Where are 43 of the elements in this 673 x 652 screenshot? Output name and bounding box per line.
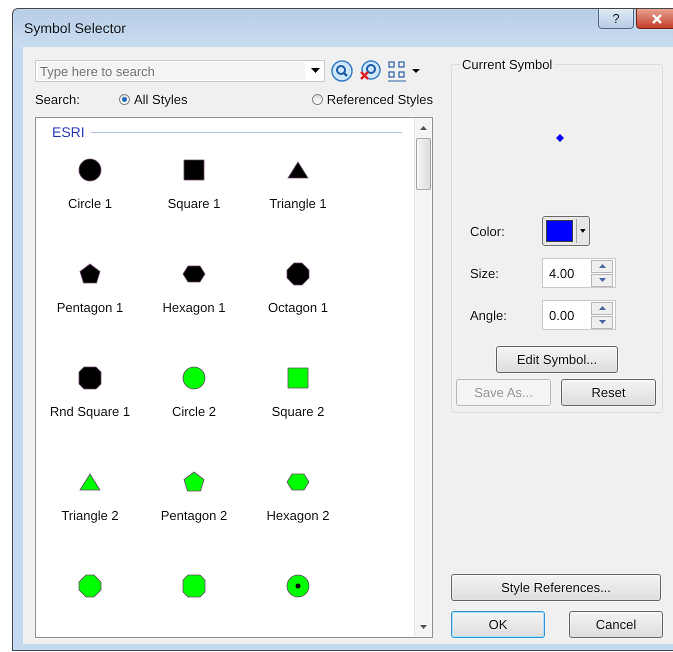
- scroll-up-icon[interactable]: [420, 126, 427, 130]
- panel-title: Current Symbol: [461, 57, 554, 72]
- scroll-down-icon[interactable]: [420, 625, 427, 629]
- color-picker[interactable]: [542, 216, 590, 246]
- close-icon: [651, 14, 663, 24]
- window-title: Symbol Selector: [24, 20, 126, 36]
- symbol-item[interactable]: Hexagon 2: [246, 470, 350, 574]
- symbol-item[interactable]: Triangle 1: [246, 158, 350, 262]
- close-button[interactable]: [636, 9, 673, 29]
- group-heading: ESRI: [52, 124, 85, 140]
- size-spinner[interactable]: 4.00: [542, 258, 616, 288]
- style-references-button[interactable]: Style References...: [451, 574, 661, 601]
- dropdown-arrow-icon: [580, 229, 586, 233]
- dialog-button[interactable]: Cancel: [569, 611, 663, 638]
- symbol-item[interactable]: Square 2: [246, 366, 350, 470]
- edit-symbol-button[interactable]: Edit Symbol...: [496, 346, 618, 373]
- symbol-item[interactable]: Circle 2: [142, 366, 246, 470]
- style-radio[interactable]: All Styles: [119, 92, 188, 106]
- style-radio[interactable]: Referenced Styles: [312, 92, 433, 106]
- color-label: Color:: [470, 224, 506, 238]
- search-field[interactable]: Type here to search: [35, 60, 325, 82]
- symbol-preview-icon: [556, 134, 564, 142]
- symbol-item[interactable]: Pentagon 2: [142, 470, 246, 574]
- symbol-item[interactable]: Square 1: [142, 158, 246, 262]
- scrollbar-thumb[interactable]: [416, 138, 431, 190]
- symbol-item[interactable]: Rnd Square 1: [38, 366, 142, 470]
- symbol-item[interactable]: Octagon 1: [246, 262, 350, 366]
- symbol-item[interactable]: Triangle 2: [38, 470, 142, 574]
- dropdown-arrow-icon: [311, 68, 320, 74]
- symbol-item[interactable]: Pentagon 1: [38, 262, 142, 366]
- symbol-item[interactable]: Circle 1: [38, 158, 142, 262]
- vertical-scrollbar[interactable]: [414, 118, 432, 637]
- search-label: Search:: [35, 92, 81, 106]
- clear-search-icon[interactable]: [359, 60, 381, 82]
- search-icon[interactable]: [331, 60, 353, 82]
- symbol-item[interactable]: Hexagon 1: [142, 262, 246, 366]
- angle-label: Angle:: [470, 308, 508, 322]
- dialog-button[interactable]: OK: [451, 611, 545, 638]
- help-button[interactable]: ?: [598, 9, 634, 29]
- size-label: Size:: [470, 266, 500, 280]
- symbol-action-button[interactable]: Reset: [561, 379, 656, 406]
- view-options-icon[interactable]: [387, 60, 421, 82]
- angle-spinner[interactable]: 0.00: [542, 300, 616, 330]
